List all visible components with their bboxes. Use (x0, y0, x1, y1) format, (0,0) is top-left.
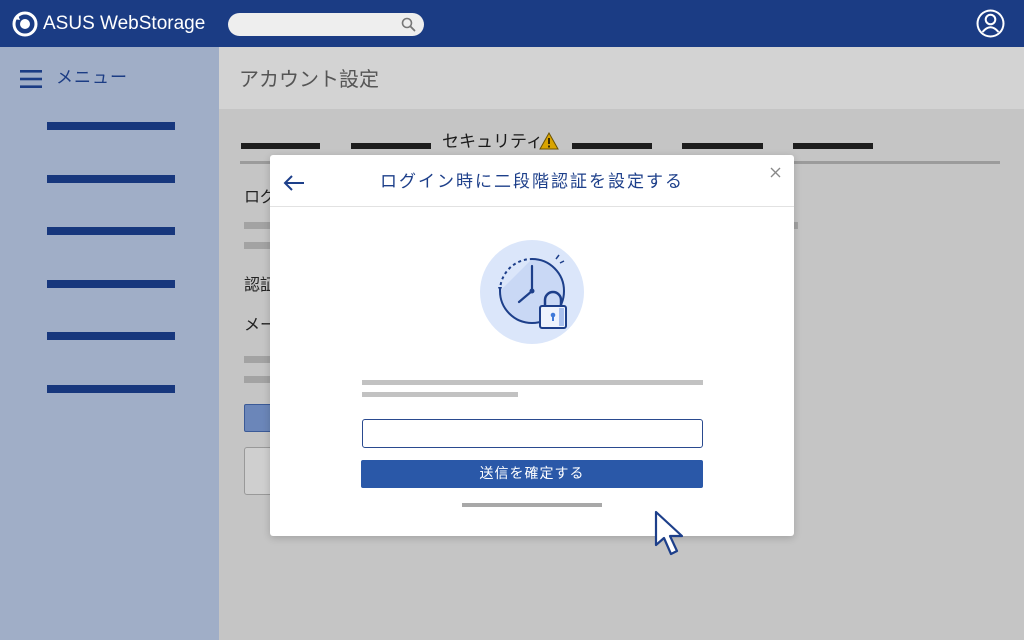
tab-5[interactable] (682, 143, 763, 149)
tab-2[interactable] (351, 143, 431, 149)
app-name[interactable]: ASUS WebStorage (43, 12, 205, 36)
sidebar-item-5[interactable] (47, 332, 175, 340)
tab-1[interactable] (241, 143, 320, 149)
sidebar-item-2[interactable] (47, 175, 175, 183)
warning-triangle-icon (539, 132, 559, 150)
help-link[interactable] (462, 503, 602, 507)
sidebar-item-1[interactable] (47, 122, 175, 130)
sidebar-item-3[interactable] (47, 227, 175, 235)
instruction-text-line (362, 392, 518, 397)
tab-4[interactable] (572, 143, 652, 149)
page-header: アカウント設定 (219, 47, 1024, 109)
tab-6[interactable] (793, 143, 873, 149)
close-icon[interactable] (770, 167, 781, 178)
instruction-text-line (362, 380, 703, 385)
tab-security[interactable]: セキュリティ (442, 131, 543, 153)
modal-title: ログイン時に二段階認証を設定する (380, 172, 684, 192)
search-icon[interactable] (401, 17, 416, 32)
two-factor-modal: ログイン時に二段階認証を設定する 送信を確定する (270, 155, 794, 536)
modal-header: ログイン時に二段階認証を設定する (270, 155, 794, 207)
menu-label[interactable]: メニュー (56, 67, 128, 89)
mouse-pointer-icon (654, 510, 684, 556)
page-title: アカウント設定 (239, 67, 379, 91)
verification-code-input[interactable] (362, 419, 703, 448)
search-bar[interactable] (228, 13, 424, 36)
sidebar-item-6[interactable] (47, 385, 175, 393)
hamburger-menu-icon[interactable] (20, 69, 42, 89)
clock-lock-icon (480, 240, 584, 344)
top-header: ASUS WebStorage (0, 0, 1024, 47)
asus-webstorage-logo-icon[interactable] (12, 11, 38, 37)
sidebar-item-4[interactable] (47, 280, 175, 288)
user-icon[interactable] (975, 8, 1006, 39)
sidebar: メニュー (0, 47, 219, 640)
confirm-submit-button[interactable]: 送信を確定する (361, 460, 703, 488)
